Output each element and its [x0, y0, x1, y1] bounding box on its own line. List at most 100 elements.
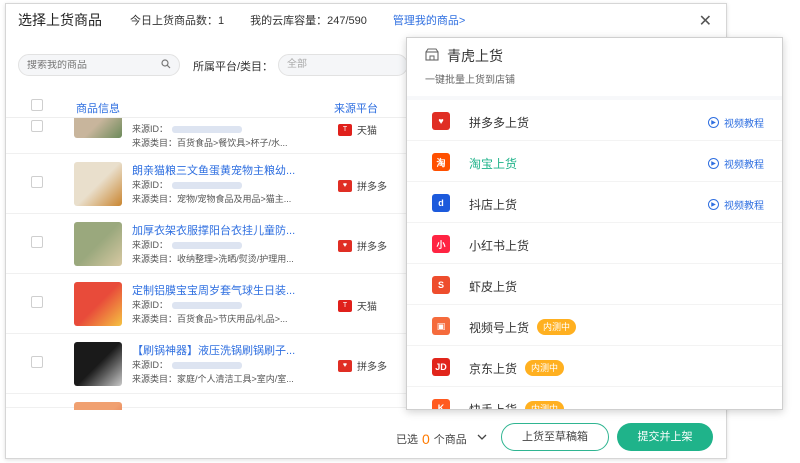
source-id: 来源ID： — [132, 178, 243, 191]
platform-logo-icon: ♥ — [432, 112, 450, 130]
platform-item[interactable]: K 快手上货 内测中 — [407, 387, 782, 409]
selected-suffix: 个商品 — [433, 434, 467, 446]
row-checkbox[interactable] — [31, 356, 43, 368]
product-thumbnail — [74, 402, 122, 410]
goods-table-body: 来源ID： 来源类目：百货食品>餐饮具>杯子/水... T 天猫 朗亲猫粮三文鱼… — [6, 118, 406, 410]
pinduoduo-icon: ♥ — [338, 179, 352, 192]
platform-filter-label: 所属平台/类目： — [193, 61, 274, 73]
platform-item-label[interactable]: 抖店上货 — [469, 196, 517, 213]
platform-logo-icon: S — [432, 276, 450, 294]
platform-logo-icon: 淘 — [432, 153, 450, 171]
table-header: 商品信息 来源平台 — [6, 94, 406, 118]
manage-goods-link[interactable]: 管理我的商品> — [393, 12, 465, 28]
video-tutorial-link[interactable]: ▶ 视频教程 — [708, 197, 764, 212]
column-source-platform: 来源平台 — [334, 103, 378, 115]
source-category: 来源类目：宠物/宠物食品及用品>猫主... — [132, 194, 292, 204]
table-row[interactable]: 来源ID： 来源类目：百货食品>餐饮具>杯子/水... T 天猫 — [6, 118, 406, 154]
product-thumbnail — [74, 342, 122, 386]
platform-logo-icon: K — [432, 399, 450, 409]
row-checkbox[interactable] — [31, 120, 43, 132]
play-icon: ▶ — [708, 199, 719, 210]
source-platform: T 天猫 — [338, 122, 377, 137]
platform-name: 拼多多 — [357, 362, 387, 373]
platform-logo-icon: d — [432, 194, 450, 212]
platform-item[interactable]: JD 京东上货 内测中 — [407, 346, 782, 387]
product-thumbnail — [74, 118, 122, 138]
tmall-icon: T — [338, 299, 352, 312]
table-row[interactable]: 朗亲猫粮三文鱼蛋黄宠物主粮幼... 来源ID： 来源类目：宠物/宠物食品及用品>… — [6, 154, 406, 214]
platform-item-label[interactable]: 拼多多上货 — [469, 114, 529, 131]
table-row[interactable] — [6, 394, 406, 410]
upload-to-draft-button[interactable]: 上货至草稿箱 — [501, 423, 609, 451]
platform-item[interactable]: d 抖店上货 ▶ 视频教程 — [407, 182, 782, 223]
search-box — [18, 54, 180, 76]
source-id-value-blurred — [172, 242, 243, 250]
platform-item-label[interactable]: 视频号上货 — [469, 319, 529, 336]
search-input[interactable] — [27, 59, 157, 71]
source-id: 来源ID： — [132, 238, 243, 251]
popup-title: 青虎上货 — [447, 48, 503, 64]
popup-subtitle: 一键批量上货到店铺 — [425, 75, 515, 86]
table-row[interactable]: 加厚衣架衣服撑阳台衣挂儿童防... 来源ID： 来源类目：收纳整理>洗晒/熨烫/… — [6, 214, 406, 274]
row-checkbox[interactable] — [31, 176, 43, 188]
product-title[interactable]: 朗亲猫粮三文鱼蛋黄宠物主粮幼... — [132, 162, 312, 178]
chevron-down-icon[interactable] — [477, 433, 487, 445]
platform-select[interactable]: 全部 — [278, 54, 408, 76]
row-checkbox[interactable] — [31, 236, 43, 248]
platform-logo-icon: JD — [432, 358, 450, 376]
platform-logo-icon: 小 — [432, 235, 450, 253]
product-title[interactable]: 加厚衣架衣服撑阳台衣挂儿童防... — [132, 222, 312, 238]
platform-name: 拼多多 — [357, 182, 387, 193]
platform-logo-icon: ▣ — [432, 317, 450, 335]
source-platform: ♥ 拼多多 — [338, 358, 387, 373]
product-thumbnail — [74, 162, 122, 206]
source-id: 来源ID： — [132, 358, 243, 371]
platform-item-label[interactable]: 虾皮上货 — [469, 278, 517, 295]
source-id-label: 来源ID： — [132, 240, 169, 250]
today-count: 今日上货商品数：1 — [130, 15, 225, 27]
beta-badge: 内测中 — [537, 319, 577, 335]
select-all-checkbox[interactable] — [31, 99, 43, 111]
video-tutorial-link[interactable]: ▶ 视频教程 — [708, 156, 764, 171]
platform-item[interactable]: ▣ 视频号上货 内测中 — [407, 305, 782, 346]
product-thumbnail — [74, 282, 122, 326]
source-category: 来源类目：收纳整理>洗晒/熨烫/护理用... — [132, 254, 294, 264]
beta-badge: 内测中 — [525, 401, 565, 409]
source-category: 来源类目：百货食品>节庆用品/礼品>... — [132, 314, 288, 324]
source-id-label: 来源ID： — [132, 300, 169, 310]
pinduoduo-icon: ♥ — [338, 359, 352, 372]
qinghu-upload-popup: 青虎上货 一键批量上货到店铺 ♥ 拼多多上货 ▶ 视频教程 淘 淘宝上货 ▶ 视频教… — [406, 37, 783, 410]
platform-name: 天猫 — [357, 302, 377, 313]
platform-item-label[interactable]: 快手上货 — [469, 401, 517, 409]
source-id-value-blurred — [172, 126, 243, 134]
table-row[interactable]: 【刷锅神器】液压洗锅刷锅刷子... 来源ID： 来源类目：家庭/个人清洁工具>室… — [6, 334, 406, 394]
product-title[interactable]: 【刷锅神器】液压洗锅刷锅刷子... — [132, 342, 312, 358]
source-id: 来源ID： — [132, 122, 243, 135]
platform-item[interactable]: S 虾皮上货 — [407, 264, 782, 305]
video-tutorial-link[interactable]: ▶ 视频教程 — [708, 115, 764, 130]
play-icon: ▶ — [708, 158, 719, 169]
play-icon: ▶ — [708, 117, 719, 128]
platform-list: ♥ 拼多多上货 ▶ 视频教程 淘 淘宝上货 ▶ 视频教程 d 抖店上货 ▶ 视频教程 … — [407, 96, 782, 409]
search-icon[interactable] — [161, 58, 171, 72]
table-row[interactable]: 定制铝膜宝宝周岁套气球生日装... 来源ID： 来源类目：百货食品>节庆用品/礼… — [6, 274, 406, 334]
dialog-header: 选择上货商品 今日上货商品数：1 我的云库容量：247/590 管理我的商品> … — [6, 4, 726, 36]
source-id-value-blurred — [172, 302, 243, 310]
close-icon[interactable]: ✕ — [699, 11, 712, 31]
source-platform: T 天猫 — [338, 298, 377, 313]
platform-item[interactable]: ♥ 拼多多上货 ▶ 视频教程 — [407, 100, 782, 141]
submit-and-list-button[interactable]: 提交并上架 — [617, 423, 713, 451]
source-id-value-blurred — [172, 362, 243, 370]
platform-item-label[interactable]: 小红书上货 — [469, 237, 529, 254]
platform-item[interactable]: 淘 淘宝上货 ▶ 视频教程 — [407, 141, 782, 182]
row-checkbox[interactable] — [31, 296, 43, 308]
product-title[interactable]: 定制铝膜宝宝周岁套气球生日装... — [132, 282, 312, 298]
product-thumbnail — [74, 222, 122, 266]
platform-item-label[interactable]: 京东上货 — [469, 360, 517, 377]
pinduoduo-icon: ♥ — [338, 239, 352, 252]
source-id-label: 来源ID： — [132, 360, 169, 370]
dialog-title: 选择上货商品 — [18, 12, 102, 28]
platform-item-label[interactable]: 淘宝上货 — [469, 155, 517, 172]
source-platform: ♥ 拼多多 — [338, 178, 387, 193]
platform-item[interactable]: 小 小红书上货 — [407, 223, 782, 264]
